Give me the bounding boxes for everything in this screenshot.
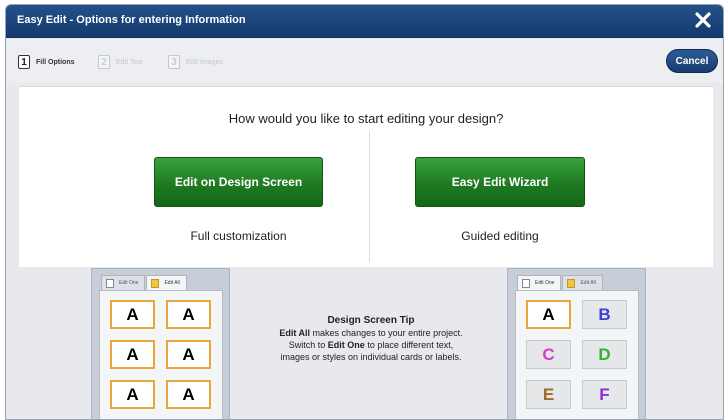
edit-all-tab: Edit All xyxy=(562,275,603,290)
preview-tabs: Edit One Edit All xyxy=(517,275,604,290)
tip-text: makes changes to your entire project. xyxy=(310,328,463,338)
tip-keyword: Edit One xyxy=(327,340,365,350)
preview-card: A xyxy=(110,340,155,369)
step-number: 1 xyxy=(18,55,30,69)
options-panel: How would you like to start editing your… xyxy=(19,86,713,267)
page-question: How would you like to start editing your… xyxy=(228,111,504,126)
tip-text: Switch to xyxy=(288,340,328,350)
preview-card: A xyxy=(526,300,571,329)
close-icon[interactable] xyxy=(693,10,713,30)
step-indicator: 1 Fill Options 2 Edit Text 3 Edit Images… xyxy=(6,39,723,83)
tip-text: to place different text, xyxy=(364,340,454,350)
tab-label: Edit One xyxy=(535,280,555,286)
page-icon xyxy=(522,278,530,288)
page-icon xyxy=(106,278,114,288)
pages-icon xyxy=(567,278,576,288)
edit-all-tab: Edit All xyxy=(146,275,187,290)
step-fill-options: 1 Fill Options xyxy=(18,54,75,70)
preview-card: A xyxy=(166,340,211,369)
preview-card: C xyxy=(526,340,571,369)
edit-one-tab: Edit One xyxy=(101,275,146,290)
preview-card: A xyxy=(110,300,155,329)
design-screen-tip-area: Edit One Edit All A A A A A A Design Scr… xyxy=(6,268,723,419)
tip-line-1: Edit All makes changes to your entire pr… xyxy=(246,327,496,339)
edit-one-tab: Edit One xyxy=(517,275,562,290)
preview-card: E xyxy=(526,380,571,409)
vertical-divider xyxy=(369,131,370,262)
tip-keyword: Edit All xyxy=(279,328,311,338)
preview-card: B xyxy=(582,300,627,329)
preview-grid: A B C D E F xyxy=(515,290,639,419)
step-number: 2 xyxy=(98,55,110,69)
step-label: Edit Images xyxy=(186,58,223,66)
easy-edit-dialog: Easy Edit - Options for entering Informa… xyxy=(5,4,724,420)
easy-edit-wizard-button[interactable]: Easy Edit Wizard xyxy=(415,157,585,207)
guided-editing-caption: Guided editing xyxy=(461,229,539,243)
tip-line-2: Switch to Edit One to place different te… xyxy=(246,339,496,351)
edit-one-preview: Edit One Edit All A B C D E F xyxy=(507,268,646,419)
preview-card: A xyxy=(110,380,155,409)
step-label: Edit Text xyxy=(116,58,143,66)
tip-line-3: images or styles on individual cards or … xyxy=(280,352,462,362)
tab-label: Edit All xyxy=(164,280,180,286)
pages-icon xyxy=(151,278,160,288)
design-screen-tip: Design Screen Tip Edit All makes changes… xyxy=(246,314,496,363)
tip-title: Design Screen Tip xyxy=(327,315,415,326)
preview-card: A xyxy=(166,300,211,329)
preview-card: F xyxy=(582,380,627,409)
preview-grid: A A A A A A xyxy=(99,290,223,419)
preview-tabs: Edit One Edit All xyxy=(101,275,188,290)
preview-card: A xyxy=(166,380,211,409)
tab-label: Edit All xyxy=(580,280,596,286)
step-edit-text: 2 Edit Text xyxy=(98,54,143,70)
full-customization-caption: Full customization xyxy=(190,229,287,243)
tab-label: Edit One xyxy=(119,280,139,286)
dialog-title: Easy Edit - Options for entering Informa… xyxy=(17,14,246,26)
dialog-titlebar: Easy Edit - Options for entering Informa… xyxy=(6,5,723,38)
step-number: 3 xyxy=(168,55,180,69)
preview-card: D xyxy=(582,340,627,369)
edit-all-preview: Edit One Edit All A A A A A A xyxy=(91,268,230,419)
cancel-button[interactable]: Cancel xyxy=(666,49,718,73)
step-label: Fill Options xyxy=(36,58,75,66)
edit-on-design-screen-button[interactable]: Edit on Design Screen xyxy=(154,157,323,207)
step-edit-images: 3 Edit Images xyxy=(168,54,223,70)
